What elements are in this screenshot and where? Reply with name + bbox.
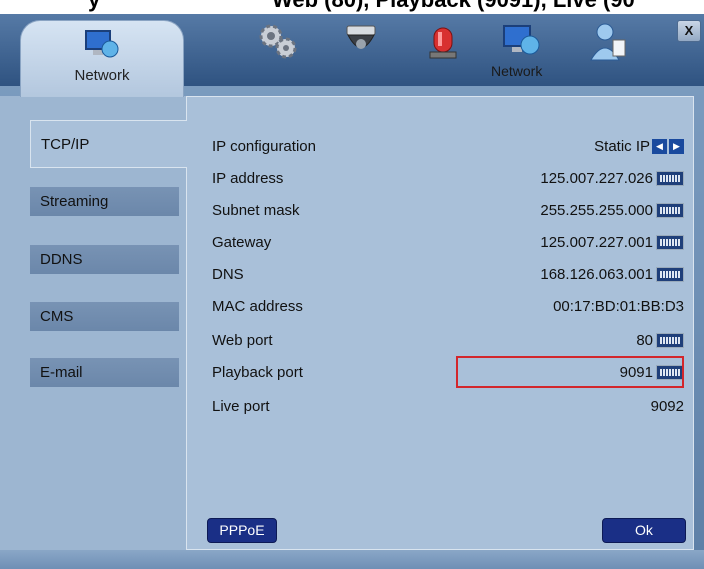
setting-row-ip-address: IP address 125.007.227.026 bbox=[212, 164, 684, 192]
setting-row-web-port: Web port 80 bbox=[212, 326, 684, 354]
cropped-caption: y Web (80), Playback (9091), Live (90 bbox=[0, 0, 704, 14]
setting-value[interactable]: 168.126.063.001 bbox=[540, 266, 653, 283]
tab-network[interactable]: Network bbox=[20, 20, 184, 97]
setting-row-dns: DNS 168.126.063.001 bbox=[212, 260, 684, 288]
caption-fragment-mid: Web (80), Playback (9091), Live (90 bbox=[272, 0, 635, 13]
gears-icon[interactable] bbox=[255, 20, 301, 66]
network-icon[interactable] bbox=[498, 20, 544, 66]
arrow-left-icon[interactable]: ◀ bbox=[652, 139, 667, 154]
user-icon[interactable] bbox=[585, 20, 631, 66]
setting-value: Static IP bbox=[594, 138, 650, 155]
setting-value: 00:17:BD:01:BB:D3 bbox=[553, 298, 684, 315]
close-button[interactable]: X bbox=[677, 20, 701, 42]
sidebar-item-tcpip[interactable]: TCP/IP bbox=[30, 120, 187, 168]
sidebar-item-label: TCP/IP bbox=[41, 136, 90, 153]
camera-icon[interactable] bbox=[338, 20, 384, 66]
sidebar-item-label: DDNS bbox=[40, 251, 83, 268]
setting-label: Live port bbox=[212, 398, 270, 415]
setting-label: MAC address bbox=[212, 298, 303, 315]
toolbar-network-label: Network bbox=[491, 63, 543, 79]
pppoe-button[interactable]: PPPoE bbox=[207, 518, 277, 543]
caption-fragment-left: y bbox=[88, 0, 100, 13]
setting-row-gateway: Gateway 125.007.227.001 bbox=[212, 228, 684, 256]
setting-value[interactable]: 125.007.227.026 bbox=[540, 170, 653, 187]
sidebar-item-label: CMS bbox=[40, 308, 74, 325]
sidebar-item-label: Streaming bbox=[40, 193, 109, 210]
keyboard-icon[interactable] bbox=[656, 203, 684, 218]
setting-value[interactable]: 255.255.255.000 bbox=[540, 202, 653, 219]
setting-label: IP configuration bbox=[212, 138, 316, 155]
sidebar-item-streaming[interactable]: Streaming bbox=[30, 187, 179, 216]
sidebar-item-label: E-mail bbox=[40, 364, 83, 381]
alarm-light-icon[interactable] bbox=[420, 20, 466, 66]
arrow-right-icon[interactable]: ▶ bbox=[669, 139, 684, 154]
keyboard-icon[interactable] bbox=[656, 171, 684, 186]
setting-value[interactable]: 125.007.227.001 bbox=[540, 234, 653, 251]
setting-label: DNS bbox=[212, 266, 244, 283]
setting-row-mac-address: MAC address 00:17:BD:01:BB:D3 bbox=[212, 292, 684, 320]
highlight-box bbox=[456, 356, 684, 388]
ok-button[interactable]: Ok bbox=[602, 518, 686, 543]
network-icon bbox=[85, 30, 119, 58]
setting-label: Subnet mask bbox=[212, 202, 300, 219]
bottom-strip bbox=[0, 550, 704, 569]
sidebar-item-email[interactable]: E-mail bbox=[30, 358, 179, 387]
setting-label: IP address bbox=[212, 170, 284, 187]
sidebar-item-ddns[interactable]: DDNS bbox=[30, 245, 179, 274]
keyboard-icon[interactable] bbox=[656, 267, 684, 282]
setting-label: Playback port bbox=[212, 364, 303, 381]
setting-value: 9092 bbox=[650, 398, 684, 415]
setting-label: Web port bbox=[212, 332, 273, 349]
setting-row-ip-configuration: IP configuration Static IP ◀ ▶ bbox=[212, 132, 684, 160]
setting-row-subnet-mask: Subnet mask 255.255.255.000 bbox=[212, 196, 684, 224]
setting-label: Gateway bbox=[212, 234, 272, 251]
keyboard-icon[interactable] bbox=[656, 333, 684, 348]
sidebar-item-cms[interactable]: CMS bbox=[30, 302, 179, 331]
setting-row-live-port: Live port 9092 bbox=[212, 392, 684, 420]
setting-value[interactable]: 80 bbox=[636, 332, 653, 349]
keyboard-icon[interactable] bbox=[656, 235, 684, 250]
tab-network-label: Network bbox=[74, 67, 130, 84]
